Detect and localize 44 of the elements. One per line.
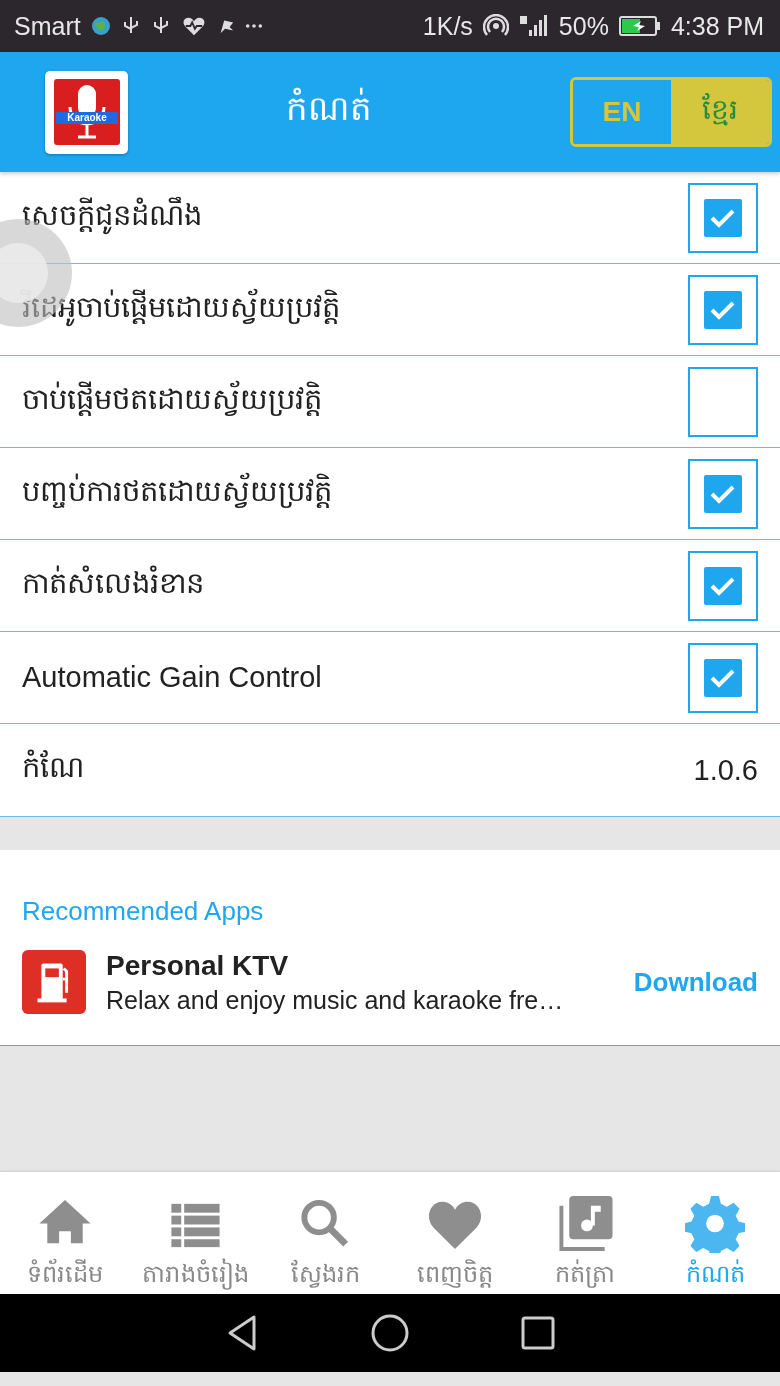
version-number: 1.0.6 [693, 753, 758, 787]
nav-tab[interactable]: កំណត់ [650, 1172, 780, 1294]
checkbox[interactable] [688, 274, 758, 345]
setting-label: សេចក្ដីជូនដំណឹង [22, 196, 688, 239]
checkmark-icon [704, 198, 742, 237]
checkbox[interactable] [688, 642, 758, 713]
more-icon [244, 24, 263, 28]
nav-tab[interactable]: ស្វែងរក [260, 1172, 390, 1294]
version-label: កំណែ [22, 749, 85, 785]
app-description: Relax and enjoy music and karaoke fre… [106, 985, 565, 1015]
globe-icon [90, 16, 111, 36]
nav-tab[interactable]: ទំព័រដើម [0, 1172, 130, 1294]
screen-title: កំណត់ [285, 87, 373, 129]
checkmark-icon [704, 658, 742, 697]
setting-label: ចាប់ផ្ដើមថតដោយស្វ័យប្រវត្តិ [22, 380, 323, 418]
checkbox[interactable] [688, 550, 758, 621]
setting-label: វីដេអូចាប់ផ្ដើមដោយស្វ័យប្រវត្តិ [22, 288, 688, 331]
nav-tab[interactable]: តារាងចំរៀង [130, 1172, 260, 1294]
setting-label: បញ្ចប់ការថតដោយស្វ័យប្រវត្តិ [22, 472, 333, 510]
clock-time: 4:38 PM [670, 11, 764, 41]
home-circle-icon [370, 1313, 410, 1353]
checkmark-icon [704, 566, 742, 605]
carrier-name: Smart [14, 11, 81, 41]
checkbox[interactable] [688, 366, 758, 437]
recents-icon [520, 1315, 556, 1351]
download-link[interactable]: Download [633, 966, 758, 998]
checkbox[interactable] [688, 458, 758, 529]
hotspot-icon [482, 14, 509, 38]
checkbox[interactable] [688, 182, 758, 253]
battery-icon [618, 16, 661, 36]
setting-label: កាត់សំលេងរំខាន [22, 564, 205, 601]
battery-percent: 50% [558, 11, 609, 41]
section-heading: Recommended Apps [22, 896, 265, 927]
language-toggle[interactable]: ខ្មែរ [671, 80, 769, 144]
setting-label: Automatic Gain Control [22, 661, 323, 694]
network-speed: 1K/s [422, 11, 473, 41]
nav-tab[interactable]: កត់ត្រា [520, 1172, 650, 1294]
settings-icon [685, 1194, 745, 1253]
app-name: Personal KTV [106, 949, 290, 982]
app-icon [22, 949, 86, 1015]
checkmark-icon [704, 474, 742, 513]
checkmark-icon [704, 290, 742, 329]
signal-icon [518, 14, 549, 38]
nav-tab[interactable]: ពេញចិត្ត [390, 1172, 520, 1294]
